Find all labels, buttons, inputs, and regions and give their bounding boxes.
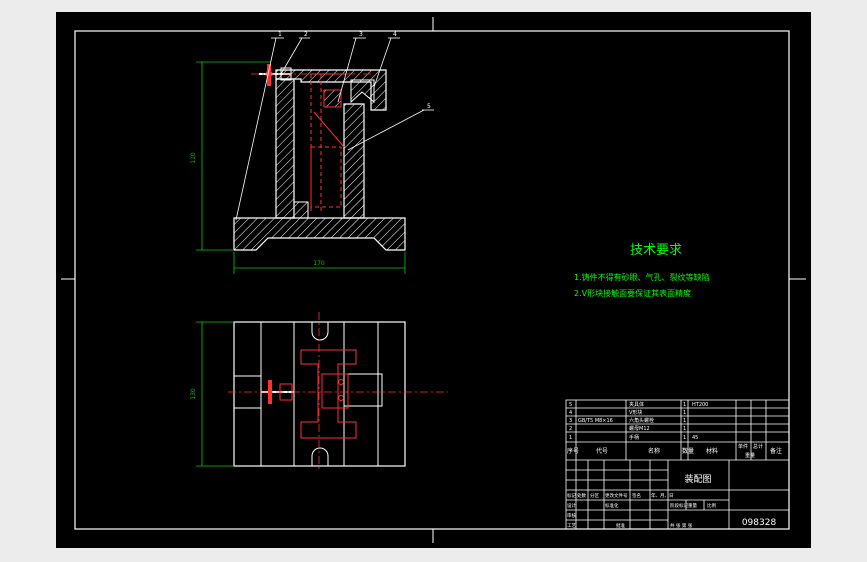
- v-block: [350, 79, 375, 104]
- label-review: 审核: [567, 512, 576, 519]
- part-qty-2: 1: [683, 426, 686, 432]
- top-screw: [300, 349, 357, 439]
- header-material: 材料: [706, 447, 718, 455]
- part-no-4: 4: [569, 410, 572, 416]
- part-no-5: 5: [569, 402, 572, 408]
- header-no: 序号: [567, 447, 579, 455]
- dim-width-front: 170: [313, 260, 325, 267]
- tech-note-2: 2.V形块接触面要保证其表面精度: [574, 288, 691, 298]
- balloon-3: 3: [359, 31, 363, 38]
- tech-note-1: 1.铸件不得有砂眼、气孔、裂纹等缺陷: [574, 272, 710, 282]
- header-unit-weight: 单件: [738, 443, 748, 450]
- header-name: 名称: [648, 447, 660, 455]
- label-sheets: 共 张 第 张: [670, 522, 693, 529]
- balloon-2: 2: [304, 31, 308, 38]
- dim-height-top: 130: [190, 388, 197, 400]
- header-remark: 备注: [770, 447, 782, 455]
- part-mat-5: HT200: [692, 402, 708, 408]
- header-code: 代号: [596, 447, 608, 455]
- label-weight: 重量: [688, 502, 697, 509]
- dim-height-front: 110: [190, 152, 197, 164]
- part-name-1: 手柄: [629, 434, 639, 441]
- part-no-1: 1: [569, 435, 572, 441]
- label-count: 处数: [577, 492, 586, 499]
- label-date: 年、月、日: [651, 492, 674, 499]
- top-view: 130: [190, 312, 448, 472]
- left-column: [275, 78, 295, 219]
- parts-list-headers: 序号 代号 名称 数量 材料 单件 总计 重量 备注: [567, 443, 782, 459]
- part-mat-1: 45: [692, 435, 698, 441]
- base-section: [233, 217, 406, 251]
- part-qty-4: 1: [683, 410, 686, 416]
- assembly-drawing: 110 170 1 2 3 4 5 130 技术要求 1.铸件不得有砂眼、气孔、…: [61, 17, 806, 543]
- drawing-sheet: 110 170 1 2 3 4 5 130 技术要求 1.铸件不得有砂眼、气孔、…: [56, 12, 811, 548]
- label-mark: 标记: [567, 492, 576, 499]
- part-qty-1: 1: [683, 435, 686, 441]
- title-block-labels: 标记 处数 分区 更改文件号 签名 年、月、日 设计 标准化 审核 工艺 批准 …: [567, 492, 716, 529]
- header-qty: 数量: [682, 447, 694, 455]
- drawing-name: 装配图: [684, 473, 711, 485]
- part-code-3: GB/T5 M8×16: [578, 418, 613, 424]
- label-zone: 分区: [590, 492, 599, 499]
- part-qty-5: 1: [683, 402, 686, 408]
- part-qty-3: 1: [683, 418, 686, 424]
- front-view: 110 170 1 2 3 4 5: [190, 31, 434, 274]
- balloon-5: 5: [427, 103, 431, 110]
- label-stage: 阶段标记: [670, 502, 688, 509]
- header-weight: 重量: [745, 452, 755, 459]
- part-name-2: 螺母M12: [629, 425, 650, 432]
- top-outline: [233, 321, 406, 467]
- part-name-3: 六角头螺栓: [629, 417, 654, 424]
- right-column: [343, 103, 365, 219]
- top-dims: [196, 321, 234, 467]
- part-name-5: 夹具体: [629, 401, 644, 408]
- middle-rib: [293, 201, 309, 219]
- leader-lines: [235, 37, 434, 221]
- label-process: 工艺: [567, 523, 576, 529]
- label-approve: 批准: [616, 522, 625, 529]
- label-standard: 标准化: [605, 502, 619, 509]
- label-scale: 比例: [707, 502, 716, 509]
- part-name-4: V形块: [629, 409, 642, 416]
- balloon-4: 4: [393, 31, 397, 38]
- part-no-3: 3: [569, 418, 572, 424]
- label-change-doc: 更改文件号: [605, 492, 628, 499]
- header-total-weight: 总计: [753, 443, 763, 450]
- part-no-2: 2: [569, 426, 572, 432]
- balloon-1: 1: [278, 31, 282, 38]
- parts-list-text: 5 夹具体 1 HT200 4 V形块 1 3 GB/T5 M8×16 六角头螺…: [569, 401, 708, 441]
- drawing-number: 098328: [742, 518, 777, 528]
- tech-requirements-title: 技术要求: [630, 243, 682, 258]
- label-design: 设计: [567, 502, 576, 509]
- label-sign: 签名: [632, 492, 641, 499]
- screw-hidden: [310, 73, 346, 212]
